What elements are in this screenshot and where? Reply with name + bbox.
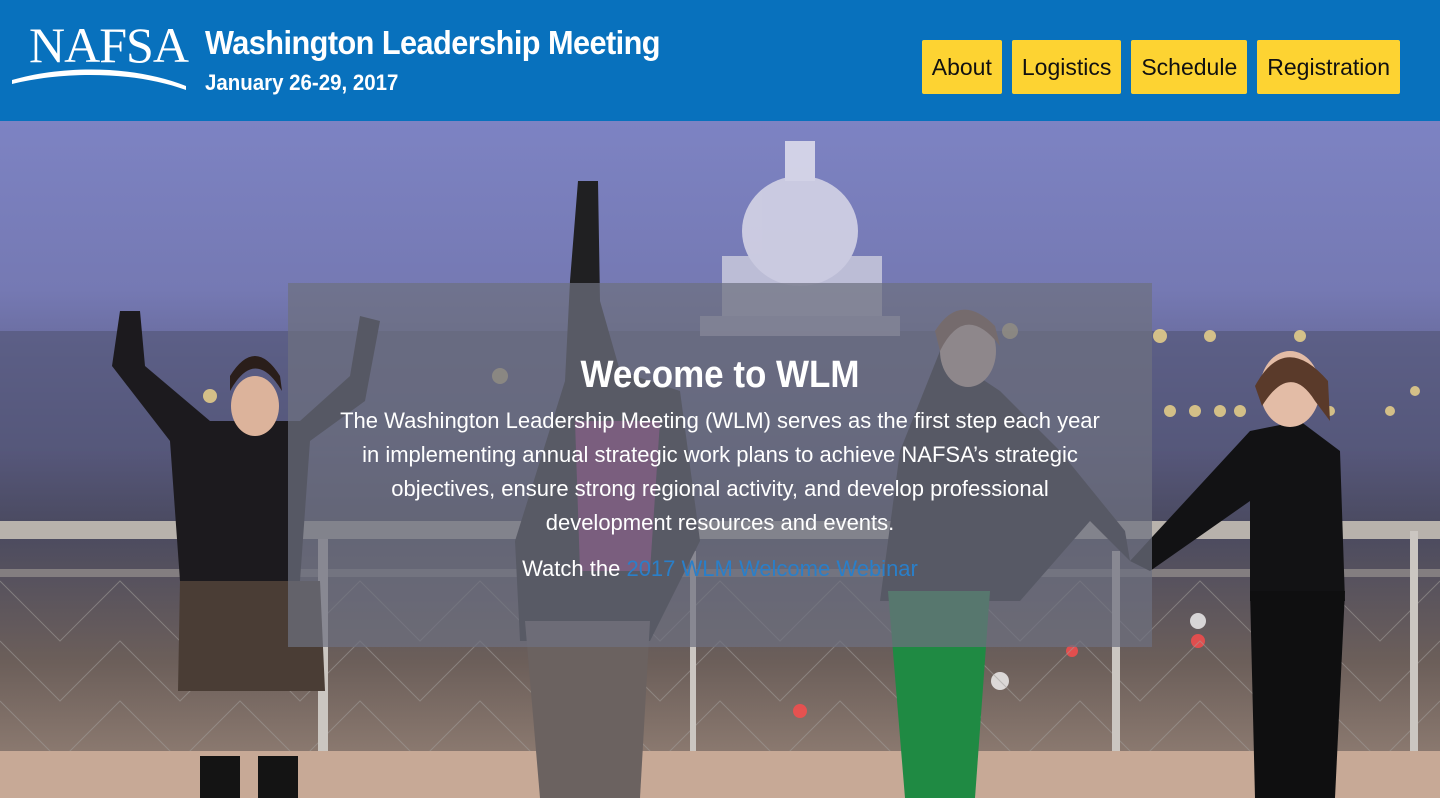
welcome-panel: Wecome to WLM The Washington Leadership … [288, 283, 1152, 647]
logo-wordmark: NAFSA [29, 17, 189, 73]
nav-logistics-button[interactable]: Logistics [1011, 40, 1122, 94]
nav-registration-button[interactable]: Registration [1257, 40, 1400, 94]
watch-line: Watch the 2017 WLM Welcome Webinar [288, 552, 1152, 586]
site-header: NAFSA Washington Leadership Meeting Janu… [0, 0, 1440, 121]
title-block: Washington Leadership Meeting January 26… [205, 22, 694, 98]
hero-banner: Wecome to WLM The Washington Leadership … [0, 121, 1440, 798]
nav-about-button[interactable]: About [921, 40, 1002, 94]
event-dates: January 26-29, 2017 [205, 70, 399, 95]
webinar-link[interactable]: 2017 WLM Welcome Webinar [626, 556, 917, 581]
main-nav: About Logistics Schedule Registration [921, 40, 1400, 94]
welcome-heading: Wecome to WLM [580, 354, 860, 396]
watch-prefix: Watch the [522, 556, 627, 581]
logo-swoosh-icon [12, 69, 186, 90]
welcome-body-text: The Washington Leadership Meeting (WLM) … [340, 408, 1100, 535]
nav-schedule-button[interactable]: Schedule [1131, 40, 1248, 94]
nafsa-logo[interactable]: NAFSA [10, 14, 189, 94]
site-title: Washington Leadership Meeting [205, 24, 661, 61]
